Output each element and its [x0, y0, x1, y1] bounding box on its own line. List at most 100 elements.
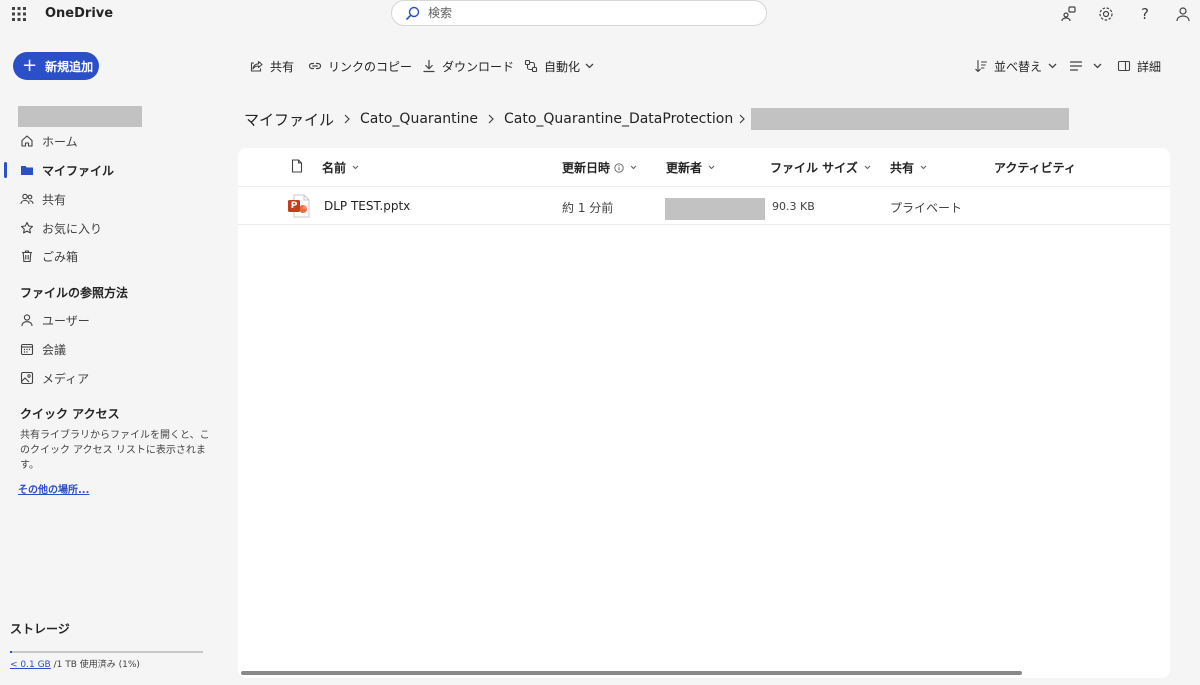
top-header: OneDrive ?: [0, 0, 1200, 28]
chevron-down-icon: [1093, 63, 1102, 69]
sharing-cell[interactable]: プライベート: [890, 199, 962, 216]
browse-heading: ファイルの参照方法: [20, 286, 129, 300]
image-icon: [20, 371, 34, 385]
file-type-column-header[interactable]: [291, 159, 303, 173]
horizontal-scrollbar[interactable]: [241, 671, 1022, 675]
star-icon: [20, 221, 34, 235]
details-pane-icon: [1117, 59, 1131, 73]
share-button[interactable]: 共有: [250, 57, 294, 75]
list-view-icon: [1069, 59, 1083, 73]
column-label: 名前: [322, 161, 347, 175]
breadcrumb-root[interactable]: マイファイル: [244, 109, 334, 130]
sidebar-item-favorites[interactable]: お気に入り: [20, 218, 102, 238]
sidebar-item-recycle-bin[interactable]: ごみ箱: [20, 246, 78, 266]
more-places-link[interactable]: その他の場所...: [18, 481, 89, 496]
chevron-down-icon: [585, 63, 594, 69]
automate-dropdown[interactable]: 自動化: [524, 57, 594, 75]
sidebar-item-shared[interactable]: 共有: [20, 189, 66, 209]
search-box[interactable]: [391, 0, 767, 26]
breadcrumb-item[interactable]: Cato_Quarantine_DataProtection: [504, 111, 733, 127]
gear-icon[interactable]: [1097, 5, 1115, 23]
chevron-down-icon: [708, 165, 715, 170]
sort-icon: [974, 59, 988, 73]
sort-dropdown[interactable]: 並べ替え: [974, 57, 1057, 75]
sharing-column-header[interactable]: 共有: [890, 159, 927, 176]
modified-cell: 約 1 分前: [562, 201, 614, 215]
file-size-cell: 90.3 KB: [772, 200, 815, 213]
details-pane-button[interactable]: 詳細: [1117, 57, 1161, 75]
file-icon: [291, 159, 303, 173]
storage-heading: ストレージ: [10, 622, 70, 636]
sidebar-item-label: メディア: [42, 371, 90, 386]
search-input[interactable]: [428, 6, 728, 20]
chevron-right-icon: [733, 114, 751, 124]
sidebar-item-meetings[interactable]: 会議: [20, 339, 66, 359]
breadcrumb: マイファイル Cato_Quarantine Cato_Quarantine_D…: [244, 108, 1070, 130]
folder-icon: [20, 163, 34, 177]
plus-icon: +: [22, 55, 38, 76]
modified-column-header[interactable]: 更新日時: [562, 159, 637, 176]
chevron-right-icon: [334, 114, 360, 124]
storage-usage-text: < 0.1 GB /1 TB 使用済み (1%): [10, 657, 140, 670]
sidebar-item-label: ユーザー: [42, 313, 90, 328]
chevron-right-icon: [478, 114, 504, 124]
sidebar-item-media[interactable]: メディア: [20, 368, 89, 388]
name-column-header[interactable]: 名前: [322, 159, 359, 176]
sidebar-item-home[interactable]: ホーム: [20, 131, 78, 151]
table-row[interactable]: P DLP TEST.pptx 約 1 分前 90.3 KB プライベート: [238, 187, 1170, 225]
redacted-account-name: [18, 106, 142, 127]
activity-column-header[interactable]: アクティビティ: [994, 159, 1076, 176]
flow-icon: [524, 59, 538, 73]
search-icon: [406, 6, 420, 20]
file-type-letter: P: [290, 201, 298, 211]
modified-by-column-header[interactable]: 更新者: [666, 159, 715, 176]
powerpoint-file-icon: P: [288, 194, 310, 218]
storage-progress-bar: [10, 651, 203, 653]
file-list: 名前 更新日時 更新者 ファイル サイズ 共有 アクティビティ P DLP TE…: [238, 148, 1170, 678]
column-label: ファイル サイズ: [770, 161, 858, 175]
app-name[interactable]: OneDrive: [45, 6, 113, 21]
column-label: 更新日時: [562, 161, 611, 175]
redacted-modified-by: [665, 198, 765, 220]
people-icon: [20, 192, 34, 206]
share-network-icon[interactable]: [1060, 5, 1078, 23]
breadcrumb-item[interactable]: Cato_Quarantine: [360, 111, 478, 127]
file-name-link[interactable]: DLP TEST.pptx: [324, 199, 410, 213]
account-icon[interactable]: [1174, 5, 1192, 23]
redacted-breadcrumb-item: [751, 108, 1070, 130]
sort-label: 並べ替え: [994, 59, 1043, 74]
chevron-down-icon: [920, 165, 927, 170]
home-icon: [20, 134, 34, 148]
calendar-icon: [20, 342, 34, 356]
new-button[interactable]: + 新規追加: [13, 52, 99, 80]
sidebar-item-people[interactable]: ユーザー: [20, 310, 90, 330]
storage-total-text: /1 TB 使用済み (1%): [50, 660, 140, 670]
link-icon: [308, 59, 322, 73]
file-size-column-header[interactable]: ファイル サイズ: [770, 159, 871, 176]
chevron-down-icon: [1048, 63, 1057, 69]
new-button-label: 新規追加: [45, 59, 94, 74]
chevron-down-icon: [630, 165, 637, 170]
sidebar-item-label: ホーム: [42, 134, 78, 149]
trash-icon: [20, 249, 34, 263]
automate-label: 自動化: [544, 59, 581, 74]
view-options-dropdown[interactable]: [1069, 57, 1102, 75]
download-button[interactable]: ダウンロード: [422, 57, 514, 75]
download-label: ダウンロード: [442, 59, 515, 74]
copy-link-button[interactable]: リンクのコピー: [308, 57, 412, 75]
help-icon[interactable]: ?: [1136, 5, 1154, 23]
download-icon: [422, 59, 436, 73]
share-icon: [250, 59, 264, 73]
sidebar-item-label: 会議: [42, 342, 67, 357]
column-label: アクティビティ: [994, 161, 1076, 175]
sidebar-item-label: マイファイル: [42, 163, 115, 178]
sidebar-item-my-files[interactable]: マイファイル: [20, 160, 114, 180]
column-label: 更新者: [666, 161, 703, 175]
person-icon: [20, 313, 34, 327]
storage-used-link[interactable]: < 0.1 GB: [10, 660, 51, 670]
app-launcher-icon[interactable]: [12, 7, 26, 21]
quick-access-description: 共有ライブラリからファイルを開くと、このクイック アクセス リストに表示されます…: [20, 430, 210, 471]
quick-access-heading: クイック アクセス: [20, 407, 120, 421]
share-label: 共有: [270, 59, 295, 74]
sidebar-item-label: お気に入り: [42, 221, 103, 236]
